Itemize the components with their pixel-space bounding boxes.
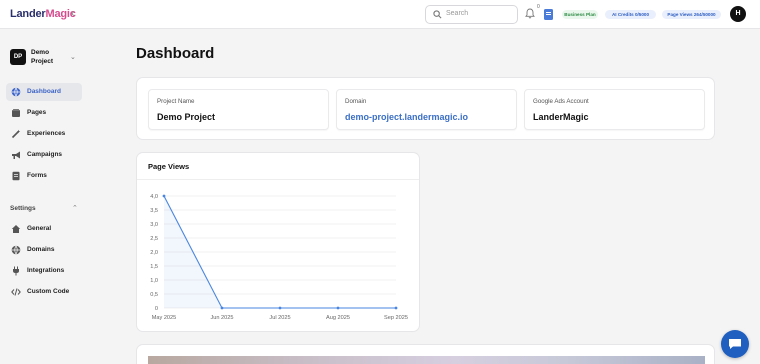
plug-icon — [13, 266, 19, 276]
y-tick-label: 1,0 — [150, 278, 158, 284]
code-icon — [11, 288, 21, 296]
data-point — [278, 306, 282, 310]
y-tick-label: 2,5 — [150, 236, 158, 242]
y-tick-label: 1,5 — [150, 264, 158, 270]
wand-icon — [11, 129, 21, 139]
sidebar-item-forms[interactable]: Forms — [6, 167, 82, 185]
home-icon — [11, 225, 21, 233]
preview-image — [148, 356, 705, 364]
project-info-panel: Project Name Demo Project Domain demo-pr… — [136, 77, 715, 140]
data-point — [394, 306, 398, 310]
megaphone-icon — [12, 151, 20, 159]
x-tick-label: Sep 2025 — [384, 315, 408, 321]
sidebar-item-label: Campaigns — [27, 151, 63, 158]
sidebar-item-integrations[interactable]: Integrations — [6, 262, 82, 280]
project-name-card: Project Name Demo Project — [148, 89, 329, 130]
x-tick-label: Jul 2025 — [269, 315, 290, 321]
page-title: Dashboard — [136, 45, 215, 62]
y-tick-label: 3,0 — [150, 222, 158, 228]
sidebar-item-label: General — [27, 225, 52, 232]
x-tick-label: Jun 2025 — [210, 315, 233, 321]
search-icon — [433, 10, 442, 19]
sidebar-item-label: Integrations — [27, 267, 65, 274]
preview-panel — [136, 344, 715, 364]
page-views-chart-panel: Page Views 0 0,5 1,0 1,5 2,0 2,5 3,0 3,5 4,0 May … — [136, 152, 420, 332]
card-label: Project Name — [157, 98, 195, 105]
search-placeholder: Search — [446, 10, 469, 17]
sidebar-item-label: Dashboard — [27, 88, 61, 95]
landermagic-logo[interactable]: LanderMagic — [10, 8, 76, 20]
sidebar-item-campaigns[interactable]: Campaigns — [6, 146, 82, 164]
logo-text-lander: Lander — [10, 8, 46, 20]
user-avatar[interactable]: H — [730, 6, 746, 22]
y-tick-label: 0,5 — [150, 292, 158, 298]
domain-link[interactable]: demo-project.landermagic.io — [345, 112, 468, 122]
notification-count: 0 — [537, 4, 540, 10]
card-label: Domain — [345, 98, 367, 105]
chat-support-button[interactable] — [721, 330, 749, 358]
data-point — [162, 194, 166, 198]
card-label: Google Ads Account — [533, 98, 589, 105]
bell-icon[interactable] — [525, 8, 535, 19]
domain-card: Domain demo-project.landermagic.io — [336, 89, 517, 130]
project-initials-badge[interactable]: DP — [10, 49, 26, 65]
page-views-badge: Page Views 264/50000 — [662, 10, 721, 19]
x-tick-label: Aug 2025 — [326, 315, 350, 321]
y-tick-label: 3,5 — [150, 208, 158, 214]
sidebar-item-dashboard[interactable]: Dashboard — [6, 83, 82, 101]
sidebar: DP Demo Project ⌄ Dashboard Pages Experi… — [0, 29, 90, 364]
sidebar-item-label: Domains — [27, 246, 55, 253]
y-tick-label: 2,0 — [150, 250, 158, 256]
globe-icon — [11, 87, 21, 97]
y-tick-label: 0 — [155, 306, 158, 312]
project-chevron-down-icon[interactable]: ⌄ — [70, 53, 76, 61]
sidebar-item-label: Pages — [27, 109, 47, 116]
top-bar: LanderMagic ‹ Search 0 Business Plan AI … — [0, 0, 760, 29]
docs-book-icon[interactable] — [544, 9, 553, 20]
ai-credits-badge: AI Credits 0/5000 — [605, 10, 656, 19]
y-tick-label: 4,0 — [150, 194, 158, 200]
sidebar-item-experiences[interactable]: Experiences — [6, 125, 82, 143]
pages-icon — [12, 109, 20, 117]
x-tick-label: May 2025 — [152, 315, 177, 321]
page-views-line-chart: 0 0,5 1,0 1,5 2,0 2,5 3,0 3,5 4,0 May 2025 Jun 202… — [150, 194, 408, 321]
google-ads-card: Google Ads Account LanderMagic — [524, 89, 705, 130]
sidebar-item-custom-code[interactable]: Custom Code — [6, 283, 82, 301]
card-value: LanderMagic — [533, 112, 589, 122]
settings-section-label[interactable]: Settings — [10, 205, 36, 212]
sidebar-item-label: Experiences — [27, 130, 66, 137]
data-point — [220, 306, 224, 310]
sidebar-item-label: Custom Code — [27, 288, 70, 295]
card-value: Demo Project — [157, 112, 216, 122]
globe-icon — [11, 245, 21, 255]
data-point — [336, 306, 340, 310]
project-switcher-name[interactable]: Demo Project — [31, 48, 61, 66]
settings-chevron-up-icon[interactable]: ⌃ — [72, 204, 78, 212]
search-input[interactable]: Search — [425, 5, 518, 24]
sidebar-item-domains[interactable]: Domains — [6, 241, 82, 259]
sidebar-item-pages[interactable]: Pages — [6, 104, 82, 122]
sidebar-item-label: Forms — [27, 172, 47, 179]
sidebar-item-general[interactable]: General — [6, 220, 82, 238]
form-icon — [12, 171, 20, 181]
chat-bubble-icon — [729, 339, 741, 349]
plan-badge: Business Plan — [562, 10, 598, 19]
collapse-sidebar-icon[interactable]: ‹ — [71, 6, 75, 20]
